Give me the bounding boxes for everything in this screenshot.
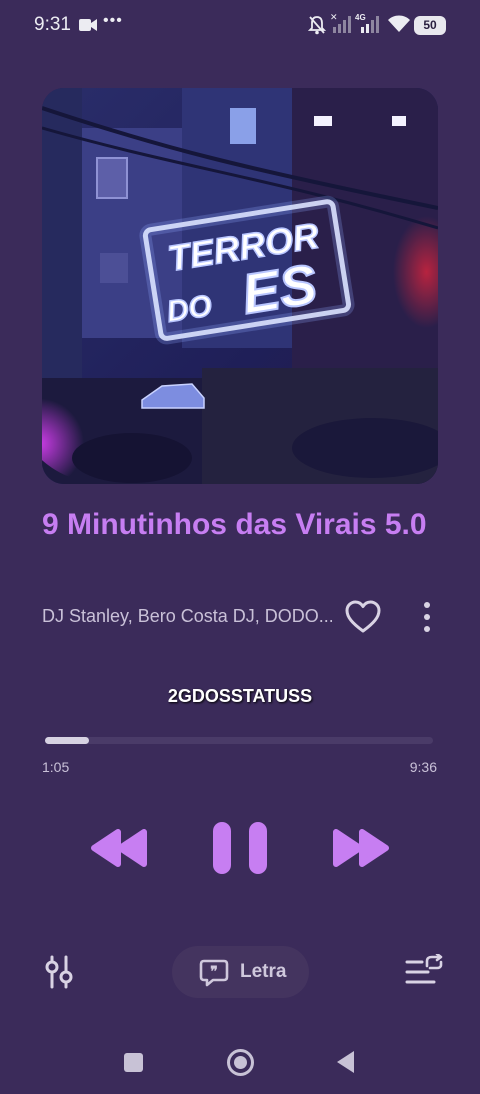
signal-4g-icon: 4G (355, 13, 379, 33)
equalizer-icon[interactable] (44, 955, 74, 989)
seek-bar[interactable] (45, 737, 433, 744)
album-art-text-2: DO (165, 289, 215, 329)
home-button[interactable] (227, 1049, 254, 1076)
music-player-screen: 9:31 ••• ✕ 4G 50 TERROR DO ES 9 Minutinh… (0, 0, 480, 1094)
more-notifications-icon: ••• (103, 12, 123, 29)
queue-repeat-icon[interactable] (404, 954, 444, 988)
status-bar: 9:31 ••• ✕ 4G 50 (0, 0, 480, 52)
lyrics-button[interactable]: ❞ Letra (172, 946, 309, 998)
fast-forward-button[interactable] (330, 826, 392, 870)
video-camera-icon (79, 19, 97, 31)
svg-text:✕: ✕ (330, 12, 338, 22)
seek-bar-progress[interactable] (45, 737, 89, 744)
status-time: 9:31 (34, 14, 71, 35)
album-art-text-3: ES (237, 252, 321, 326)
network-type: 4G (355, 13, 366, 22)
pause-button[interactable] (211, 820, 269, 876)
favorite-heart-icon[interactable] (344, 598, 382, 636)
time-total: 9:36 (409, 759, 437, 775)
signal-no-service-icon: ✕ (330, 12, 351, 33)
wifi-icon (388, 15, 410, 32)
track-artist[interactable]: DJ Stanley, Bero Costa DJ, DODO.... (42, 606, 332, 627)
album-art: TERROR DO ES (42, 88, 438, 484)
album-art-image: TERROR DO ES (42, 88, 438, 484)
track-title: 9 Minutinhos das Virais 5.0 (42, 508, 427, 541)
rewind-button[interactable] (88, 826, 150, 870)
lyrics-quote-icon: ❞ (199, 959, 229, 987)
more-options-icon[interactable] (416, 600, 438, 634)
battery-indicator: 50 (414, 16, 446, 35)
lyrics-label: Letra (240, 961, 287, 982)
svg-text:❞: ❞ (210, 963, 218, 979)
time-elapsed: 1:05 (42, 759, 70, 775)
bell-off-icon (308, 16, 326, 35)
back-button[interactable] (337, 1051, 354, 1073)
watermark-text: 2GDOSSTATUSS (167, 686, 313, 706)
recents-button[interactable] (124, 1053, 143, 1072)
